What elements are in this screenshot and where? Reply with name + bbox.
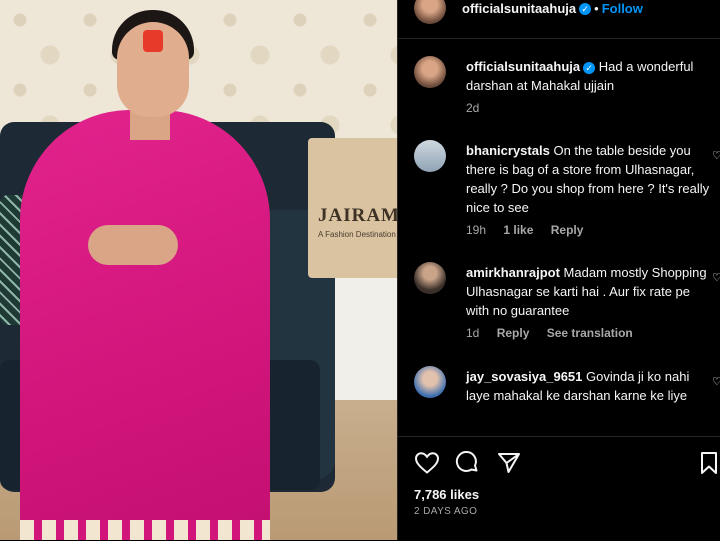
comment-heart-icon[interactable]: ♡ <box>712 375 720 388</box>
commenter-avatar[interactable] <box>414 262 446 294</box>
comment-username[interactable]: jay_sovasiya_9651 <box>466 369 582 384</box>
comment-body: bhanicrystals On the table beside you th… <box>466 141 714 217</box>
comment-body: jay_sovasiya_9651 Govinda ji ko nahi lay… <box>466 367 714 405</box>
post-header: officialsunitaahuja ✓ • Follow <box>398 0 720 39</box>
comment-icon[interactable] <box>454 451 480 475</box>
share-icon[interactable] <box>496 451 522 475</box>
saree-border <box>20 520 270 540</box>
post-date[interactable]: 2 DAYS AGO <box>414 506 477 517</box>
tilak-mark <box>143 30 163 52</box>
comment-username[interactable]: amirkhanrajpot <box>466 265 560 280</box>
caption-avatar[interactable] <box>414 56 446 88</box>
author-avatar[interactable] <box>414 0 446 24</box>
likes-count[interactable]: 7,786 likes <box>414 487 479 502</box>
bookmark-icon[interactable] <box>698 451 720 475</box>
verified-icon: ✓ <box>579 2 592 15</box>
comment-meta: 1d Reply See translation <box>466 326 647 340</box>
post-photo[interactable]: JAIRAM A Fashion Destination <box>0 0 397 540</box>
author-username[interactable]: officialsunitaahuja <box>462 1 576 16</box>
comment-username[interactable]: bhanicrystals <box>466 143 550 158</box>
commenter-avatar[interactable] <box>414 140 446 172</box>
caption-username[interactable]: officialsunitaahuja <box>466 59 580 74</box>
comment-age[interactable]: 1d <box>466 326 479 340</box>
caption-age[interactable]: 2d <box>466 101 479 115</box>
person-saree <box>20 110 270 540</box>
comment-heart-icon[interactable]: ♡ <box>712 271 720 284</box>
comment-meta: 19h 1 like Reply <box>466 223 597 237</box>
comment-age[interactable]: 19h <box>466 223 486 237</box>
see-translation-button[interactable]: See translation <box>547 326 633 340</box>
comments-panel: officialsunitaahuja ✓ • Follow officialsuni… <box>397 0 720 541</box>
verified-icon: ✓ <box>583 61 596 74</box>
shopping-bag-tagline: A Fashion Destination <box>318 230 396 239</box>
person-hands <box>88 225 178 265</box>
shopping-bag-brand: JAIRAM <box>318 205 397 226</box>
heart-icon[interactable] <box>414 451 440 475</box>
post-actions: 7,786 likes 2 DAYS AGO <box>398 436 720 541</box>
comment-body: amirkhanrajpot Madam mostly Shopping Ulh… <box>466 263 714 320</box>
follow-button[interactable]: Follow <box>602 1 643 16</box>
separator-dot: • <box>594 1 599 16</box>
comment-like-count[interactable]: 1 like <box>503 223 533 237</box>
commenter-avatar[interactable] <box>414 366 446 398</box>
comment-heart-icon[interactable]: ♡ <box>712 149 720 162</box>
caption-meta: 2d <box>466 101 493 115</box>
caption-body: officialsunitaahuja ✓ Had a wonderful dar… <box>466 57 714 95</box>
reply-button[interactable]: Reply <box>551 223 584 237</box>
reply-button[interactable]: Reply <box>497 326 530 340</box>
